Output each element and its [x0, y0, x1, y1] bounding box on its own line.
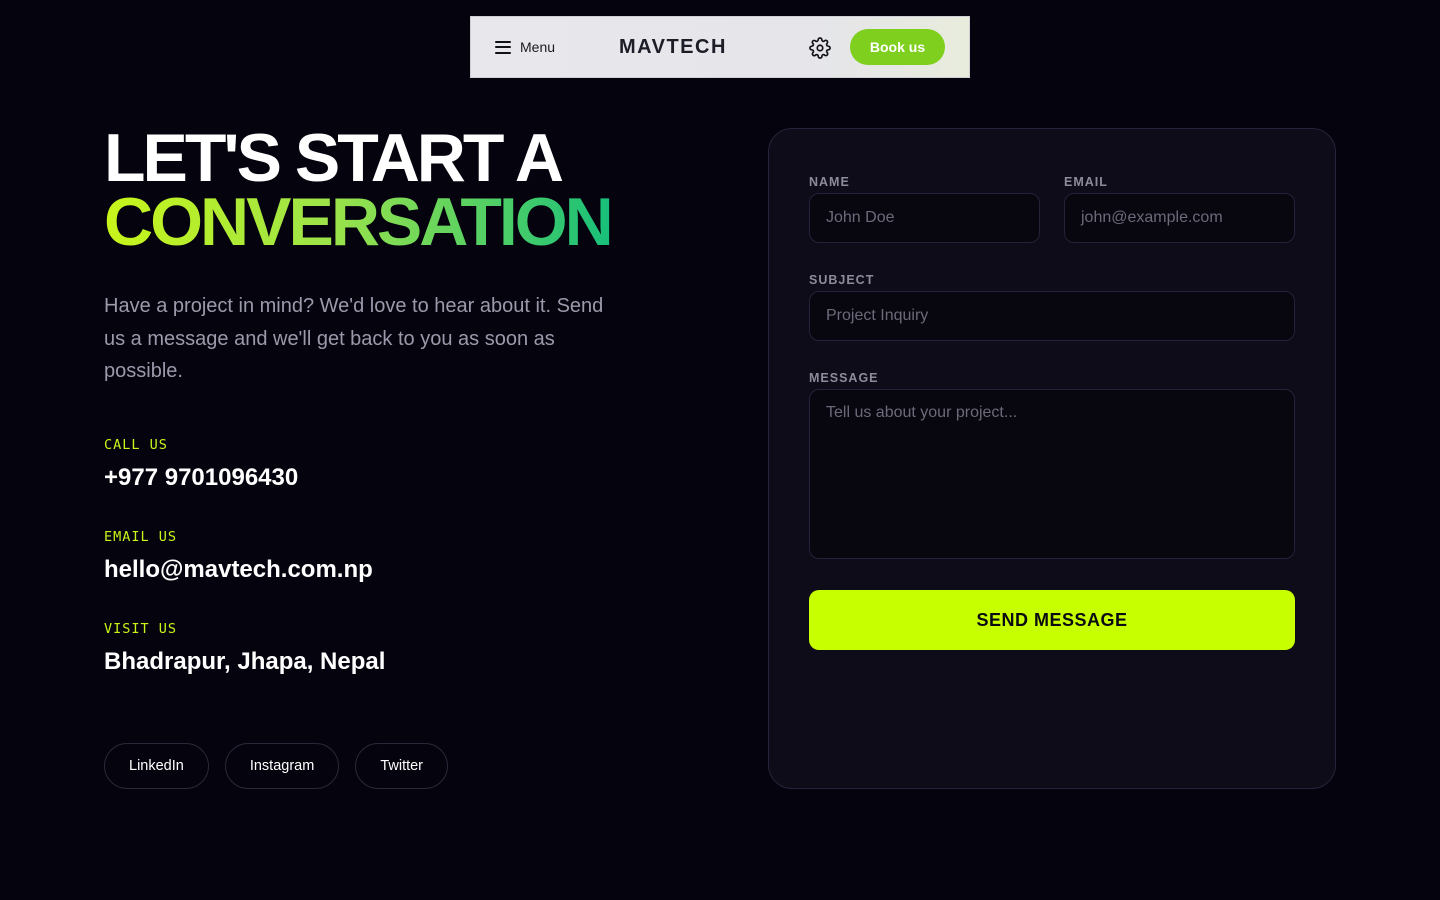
message-label: MESSAGE [809, 371, 879, 385]
book-us-button[interactable]: Book us [850, 29, 945, 65]
contact-email: EMAIL US hello@mavtech.com.np [104, 529, 373, 584]
hero-headline: LET'S START A CONVERSATION [104, 120, 614, 260]
street-address: Bhadrapur, Jhapa, Nepal [104, 648, 386, 675]
headline-line-2: CONVERSATION [104, 184, 614, 260]
name-field[interactable]: John Doe [809, 193, 1040, 243]
phone-number[interactable]: +977 9701096430 [104, 464, 298, 492]
message-textarea[interactable]: Tell us about your project... [809, 389, 1295, 559]
twitter-link[interactable]: Twitter [355, 743, 449, 789]
social-links: LinkedIn Instagram Twitter [104, 743, 449, 789]
name-placeholder: John Doe [826, 209, 895, 226]
email-label: EMAIL [1064, 175, 1108, 189]
email-field[interactable]: john@example.com [1064, 193, 1295, 243]
hamburger-icon [495, 40, 511, 54]
contact-phone: CALL US +977 9701096430 [104, 437, 298, 492]
send-message-button[interactable]: SEND MESSAGE [809, 590, 1295, 650]
email-placeholder: john@example.com [1081, 209, 1223, 226]
headline-line-1: LET'S START A [104, 120, 564, 196]
name-label: NAME [809, 175, 850, 189]
top-navbar: Menu MAVTECH Book us [470, 16, 970, 78]
intro-text: Have a project in mind? We'd love to hea… [104, 295, 604, 382]
contact-page: Menu MAVTECH Book us LET'S START A CONVE… [0, 0, 1440, 900]
brand-logo[interactable]: MAVTECH [619, 36, 727, 59]
contact-address: VISIT US Bhadrapur, Jhapa, Nepal [104, 621, 385, 676]
subject-placeholder: Project Inquiry [826, 307, 929, 324]
contact-label: EMAIL US [104, 529, 178, 545]
contact-label: CALL US [104, 437, 168, 453]
instagram-link[interactable]: Instagram [224, 743, 340, 789]
message-placeholder: Tell us about your project... [826, 404, 1018, 421]
subject-field[interactable]: Project Inquiry [809, 291, 1295, 341]
linkedin-link[interactable]: LinkedIn [104, 743, 209, 789]
menu-button[interactable]: Menu [495, 39, 555, 55]
contact-form-card: NAME John Doe EMAIL john@example.com SUB… [768, 128, 1336, 789]
gear-icon[interactable] [809, 37, 831, 59]
subject-label: SUBJECT [809, 273, 875, 287]
email-address[interactable]: hello@mavtech.com.np [104, 556, 373, 584]
menu-label: Menu [520, 39, 556, 55]
contact-label: VISIT US [104, 621, 178, 637]
